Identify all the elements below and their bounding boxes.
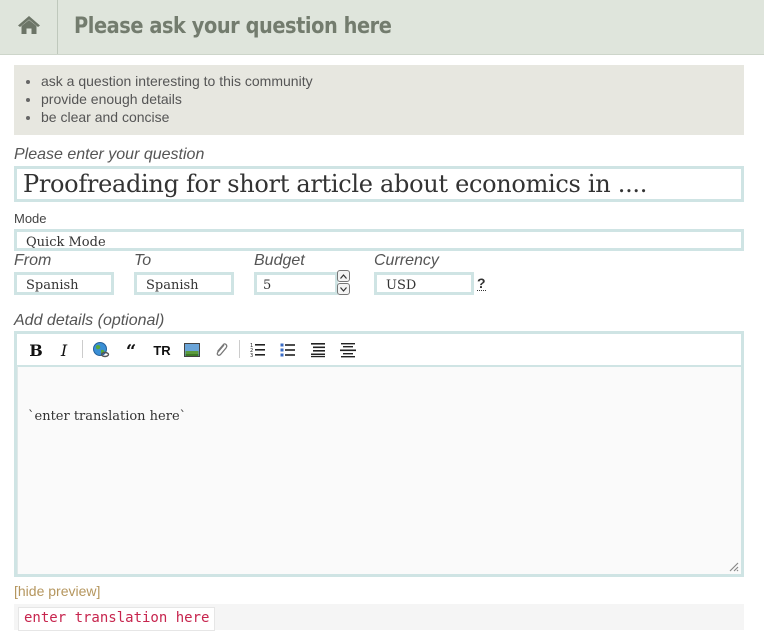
italic-icon: I xyxy=(60,340,68,360)
italic-button[interactable]: I xyxy=(53,339,75,361)
currency-help-link[interactable]: ? xyxy=(477,276,486,291)
numbered-list-button[interactable]: 1 2 3 xyxy=(247,339,269,361)
tip-item: provide enough details xyxy=(41,90,744,108)
translate-icon: TR xyxy=(153,342,171,358)
preview-pane: enter translation here xyxy=(14,604,744,631)
bulleted-list-button[interactable] xyxy=(277,339,299,361)
editor-toolbar: B I “ TR 1 2 3 xyxy=(17,334,741,366)
numbered-list-icon: 1 2 3 xyxy=(250,343,265,358)
chevron-up-icon xyxy=(340,273,347,279)
from-language-select[interactable]: Spanish xyxy=(14,272,114,295)
home-button[interactable] xyxy=(0,0,58,54)
quote-button[interactable]: “ xyxy=(120,339,142,361)
budget-label: Budget xyxy=(254,252,305,269)
tip-item: be clear and concise xyxy=(41,108,744,126)
details-label: Add details (optional) xyxy=(14,312,165,329)
toolbar-divider xyxy=(239,340,240,358)
question-input[interactable]: Proofreading for short article about eco… xyxy=(14,166,744,202)
home-icon xyxy=(17,15,41,40)
bulleted-list-icon xyxy=(280,343,295,357)
quote-icon: “ xyxy=(125,341,137,362)
bold-button[interactable]: B xyxy=(25,339,47,361)
budget-input[interactable]: 5 xyxy=(254,272,338,295)
tip-item: ask a question interesting to this commu… xyxy=(41,72,744,90)
bold-icon: B xyxy=(29,340,43,360)
chevron-down-icon xyxy=(340,286,347,292)
heading-button[interactable] xyxy=(307,339,329,361)
preview-code: enter translation here xyxy=(18,607,216,631)
horizontal-rule-icon xyxy=(340,343,356,358)
link-button[interactable] xyxy=(90,339,112,361)
question-label: Please enter your question xyxy=(14,146,205,163)
mode-label: Mode xyxy=(14,211,47,226)
mode-select[interactable]: Quick Mode xyxy=(14,229,744,251)
tips-box: ask a question interesting to this commu… xyxy=(14,65,744,135)
page-title: Please ask your question here xyxy=(74,14,392,39)
hide-preview-link[interactable]: [hide preview] xyxy=(14,583,100,599)
translation-button[interactable]: TR xyxy=(148,339,176,361)
to-label: To xyxy=(134,252,152,269)
image-button[interactable] xyxy=(181,339,203,361)
from-label: From xyxy=(14,252,52,269)
budget-increment-button[interactable] xyxy=(337,270,350,282)
budget-stepper xyxy=(337,270,351,296)
details-editor: B I “ TR 1 2 3 `enter translation here` xyxy=(14,331,744,577)
currency-select[interactable]: USD xyxy=(374,272,474,295)
currency-label: Currency xyxy=(374,252,439,269)
details-textarea[interactable]: `enter translation here` xyxy=(17,365,741,574)
paperclip-icon xyxy=(216,343,228,356)
resize-handle-icon[interactable] xyxy=(727,560,739,572)
image-icon xyxy=(184,343,200,357)
budget-decrement-button[interactable] xyxy=(337,283,350,295)
to-language-select[interactable]: Spanish xyxy=(134,272,234,295)
page-header: Please ask your question here xyxy=(0,0,764,55)
toolbar-divider xyxy=(82,340,83,358)
globe-link-icon xyxy=(93,342,110,358)
attachment-button[interactable] xyxy=(210,339,232,361)
svg-text:3: 3 xyxy=(250,353,253,358)
horizontal-rule-button[interactable] xyxy=(337,339,359,361)
heading-icon xyxy=(311,343,325,358)
